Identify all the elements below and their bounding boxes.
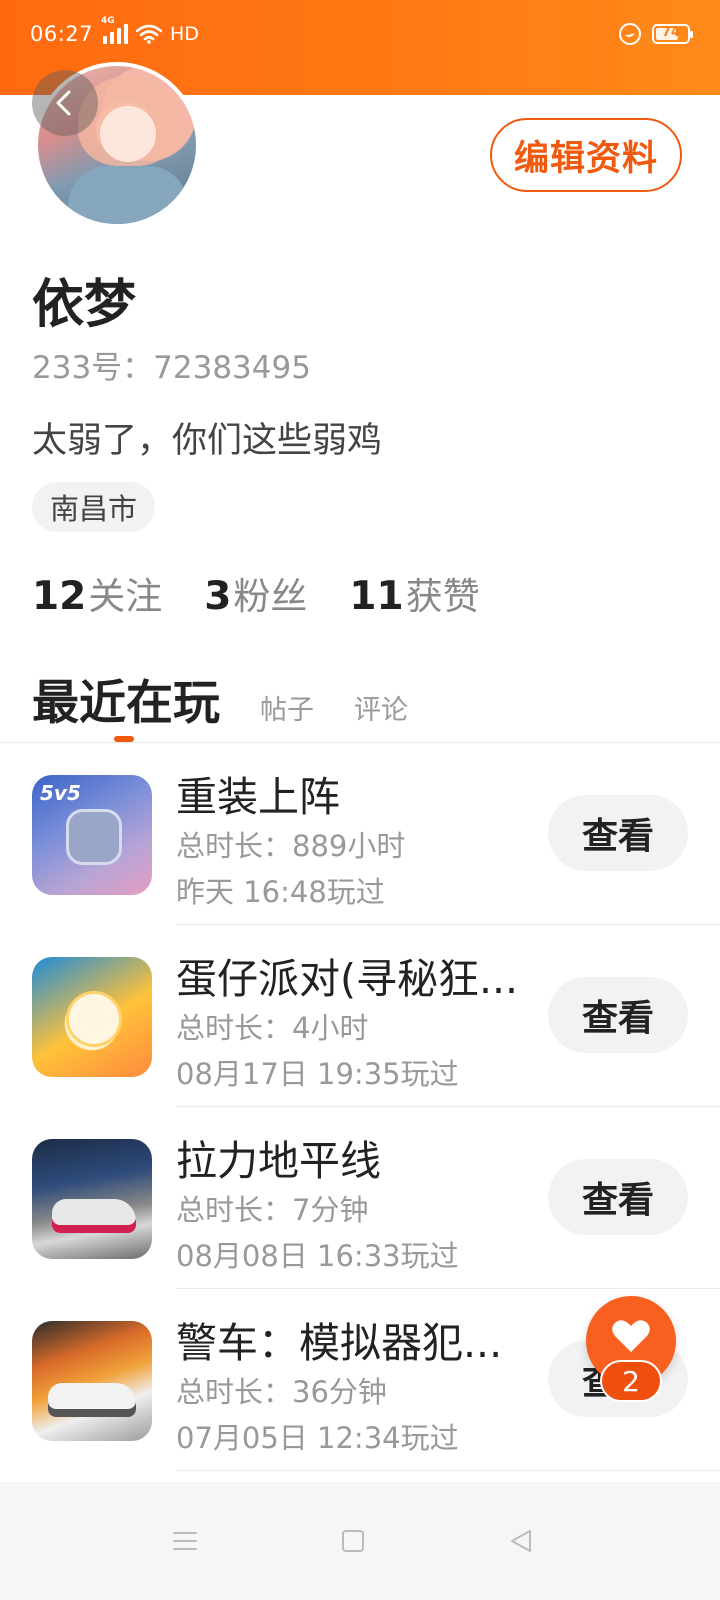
stat-followers[interactable]: 3 粉丝 <box>204 566 307 620</box>
game-last-played: 07月05日 12:34玩过 <box>176 1421 459 1455</box>
stat-label: 粉丝 <box>233 575 308 618</box>
profile-tabs: 最近在玩 帖子 评论 <box>32 664 408 733</box>
menu-icon <box>173 1532 197 1550</box>
tab-recently-played[interactable]: 最近在玩 <box>32 664 220 733</box>
tab-posts[interactable]: 帖子 <box>260 688 314 727</box>
network-label: 4G <box>101 16 115 26</box>
status-time: 06:27 <box>30 22 94 46</box>
game-title: 拉力地平线 <box>176 1137 381 1185</box>
do-not-disturb-icon <box>619 23 641 45</box>
system-nav-bar <box>0 1482 720 1600</box>
user-bio: 太弱了，你们这些弱鸡 <box>32 421 383 461</box>
game-title: 警车：模拟器犯... <box>176 1319 503 1367</box>
game-title: 蛋仔派对(寻秘狂... <box>176 955 519 1003</box>
battery-level: 74 <box>661 25 681 40</box>
signal-icon: 4G <box>101 16 129 44</box>
stat-label: 关注 <box>88 575 163 618</box>
game-icon <box>32 1321 152 1441</box>
game-icon: 5v5 <box>32 775 152 895</box>
menu-button[interactable] <box>168 1524 202 1558</box>
game-icon-label: 5v5 <box>40 781 81 805</box>
user-name: 依梦 <box>32 275 137 335</box>
game-last-played: 昨天 16:48玩过 <box>176 875 385 909</box>
edit-profile-button[interactable]: 编辑资料 <box>490 118 682 192</box>
game-title: 重装上阵 <box>176 773 340 821</box>
wifi-icon <box>136 24 163 44</box>
stat-following[interactable]: 12 关注 <box>32 566 162 620</box>
list-item[interactable]: 蛋仔派对(寻秘狂... 总时长：4小时 08月17日 19:35玩过 查看 <box>0 925 720 1107</box>
view-button[interactable]: 查看 <box>548 1159 688 1235</box>
list-item[interactable]: 5v5 重装上阵 总时长：889小时 昨天 16:48玩过 查看 <box>0 743 720 925</box>
game-last-played: 08月17日 19:35玩过 <box>176 1057 459 1091</box>
stat-label: 获赞 <box>405 575 480 618</box>
game-icon <box>32 957 152 1077</box>
stat-likes[interactable]: 11 获赞 <box>349 566 479 620</box>
triangle-back-icon <box>511 1530 531 1552</box>
home-button[interactable] <box>336 1524 370 1558</box>
view-button[interactable]: 查看 <box>548 977 688 1053</box>
chevron-left-icon <box>56 90 71 116</box>
system-back-button[interactable] <box>504 1524 538 1558</box>
stat-number: 12 <box>32 574 87 619</box>
game-last-played: 08月08日 16:33玩过 <box>176 1239 459 1273</box>
status-right: 74 <box>618 22 693 46</box>
status-left: 06:27 4G HD <box>30 16 199 46</box>
game-duration: 总时长：4小时 <box>176 1011 369 1045</box>
location-tag: 南昌市 <box>32 482 156 532</box>
game-duration: 总时长：36分钟 <box>176 1375 387 1409</box>
stat-number: 11 <box>349 574 404 619</box>
heart-icon <box>612 1320 650 1352</box>
game-duration: 总时长：889小时 <box>176 829 406 863</box>
tab-comments[interactable]: 评论 <box>354 688 408 727</box>
stat-number: 3 <box>204 574 232 619</box>
back-button[interactable] <box>32 70 98 136</box>
view-button[interactable]: 查看 <box>548 795 688 871</box>
user-id: 233号：72383495 <box>32 350 311 386</box>
game-duration: 总时长：7分钟 <box>176 1193 369 1227</box>
battery-icon: 74 <box>652 24 693 44</box>
home-square-icon <box>342 1530 364 1552</box>
hd-label: HD <box>170 23 199 45</box>
game-icon <box>32 1139 152 1259</box>
list-item[interactable]: 拉力地平线 总时长：7分钟 08月08日 16:33玩过 查看 <box>0 1107 720 1289</box>
like-count-badge: 2 <box>600 1360 662 1402</box>
stats-row: 12 关注 3 粉丝 11 获赞 <box>32 566 480 620</box>
